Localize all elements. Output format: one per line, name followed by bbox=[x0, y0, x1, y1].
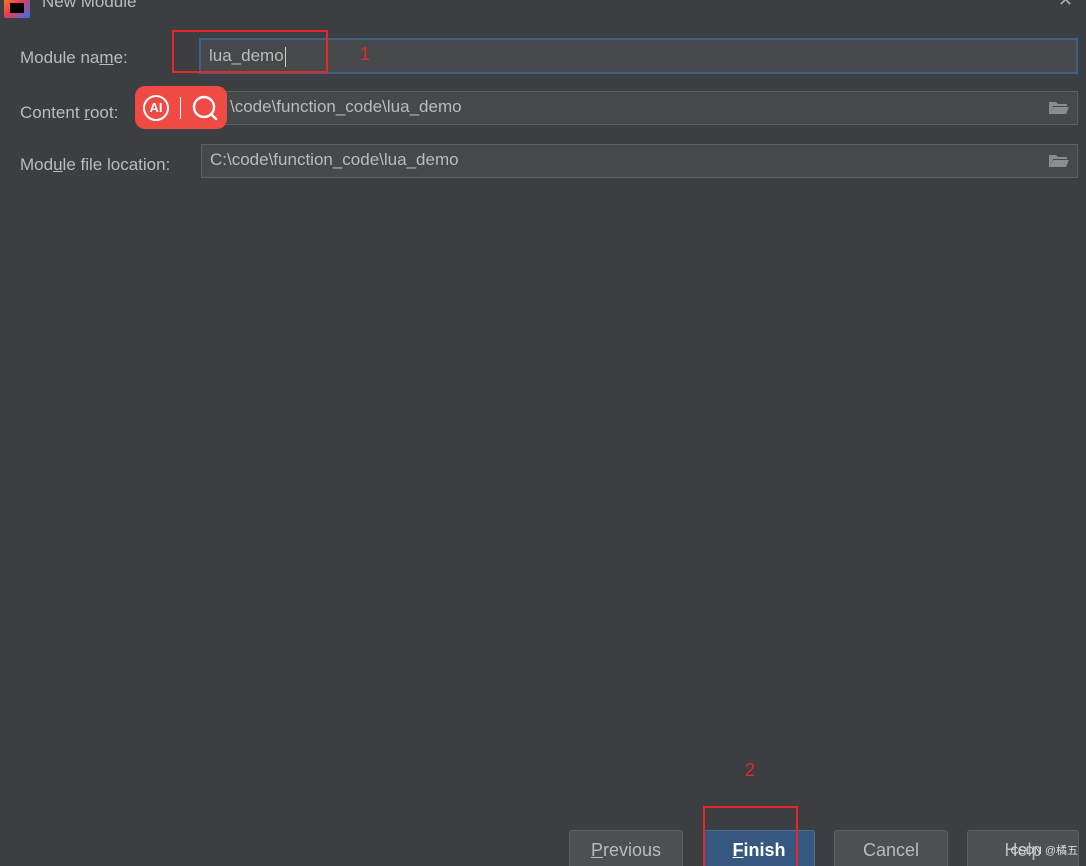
ai-icon[interactable]: AI bbox=[143, 94, 169, 121]
ai-search-overlay[interactable]: AI bbox=[135, 86, 227, 129]
annotation-number-step1: 1 bbox=[360, 44, 371, 64]
label-mnemonic: m bbox=[99, 48, 114, 67]
content-root-label: Content root: bbox=[20, 103, 118, 123]
cancel-button[interactable]: Cancel bbox=[834, 830, 948, 866]
content-root-input[interactable]: \code\function_code\lua_demo bbox=[199, 91, 1078, 125]
module-file-location-input[interactable]: C:\code\function_code\lua_demo bbox=[201, 144, 1078, 178]
watermark: CSDN @橘五 bbox=[1010, 845, 1078, 857]
search-icon[interactable] bbox=[191, 94, 219, 122]
label-text: e: bbox=[113, 48, 128, 67]
folder-icon[interactable] bbox=[1049, 153, 1069, 167]
label-text: Mod bbox=[20, 155, 54, 174]
previous-button[interactable]: Previous bbox=[569, 830, 683, 866]
content-root-value: \code\function_code\lua_demo bbox=[230, 97, 462, 116]
overlay-divider bbox=[179, 96, 181, 119]
new-module-dialog: New Module ✕ Module name: lua_demo Conte… bbox=[0, 0, 1086, 866]
folder-icon[interactable] bbox=[1049, 100, 1069, 114]
module-name-input[interactable]: lua_demo bbox=[199, 38, 1078, 74]
finish-button[interactable]: Finish bbox=[703, 830, 815, 866]
title-bar: New Module ✕ bbox=[0, 0, 1086, 20]
module-file-location-label: Module file location: bbox=[20, 155, 170, 175]
module-name-value: lua_demo bbox=[209, 46, 284, 65]
module-file-location-value: C:\code\function_code\lua_demo bbox=[210, 150, 459, 169]
intellij-app-icon bbox=[4, 0, 30, 18]
text-caret bbox=[284, 46, 286, 67]
annotation-number-step2: 2 bbox=[745, 760, 756, 780]
close-icon[interactable]: ✕ bbox=[1058, 0, 1074, 9]
button-mnemonic: F bbox=[732, 840, 744, 860]
label-text: oot: bbox=[89, 103, 119, 122]
module-name-label: Module name: bbox=[20, 48, 128, 68]
window-title: New Module bbox=[42, 0, 137, 11]
label-text: Module na bbox=[20, 48, 100, 67]
button-mnemonic: P bbox=[590, 840, 603, 860]
label-mnemonic: u bbox=[53, 155, 63, 174]
label-text: le file location: bbox=[62, 155, 171, 174]
button-label: revious bbox=[602, 840, 662, 860]
button-label: inish bbox=[743, 840, 786, 860]
label-text: Content bbox=[20, 103, 85, 122]
